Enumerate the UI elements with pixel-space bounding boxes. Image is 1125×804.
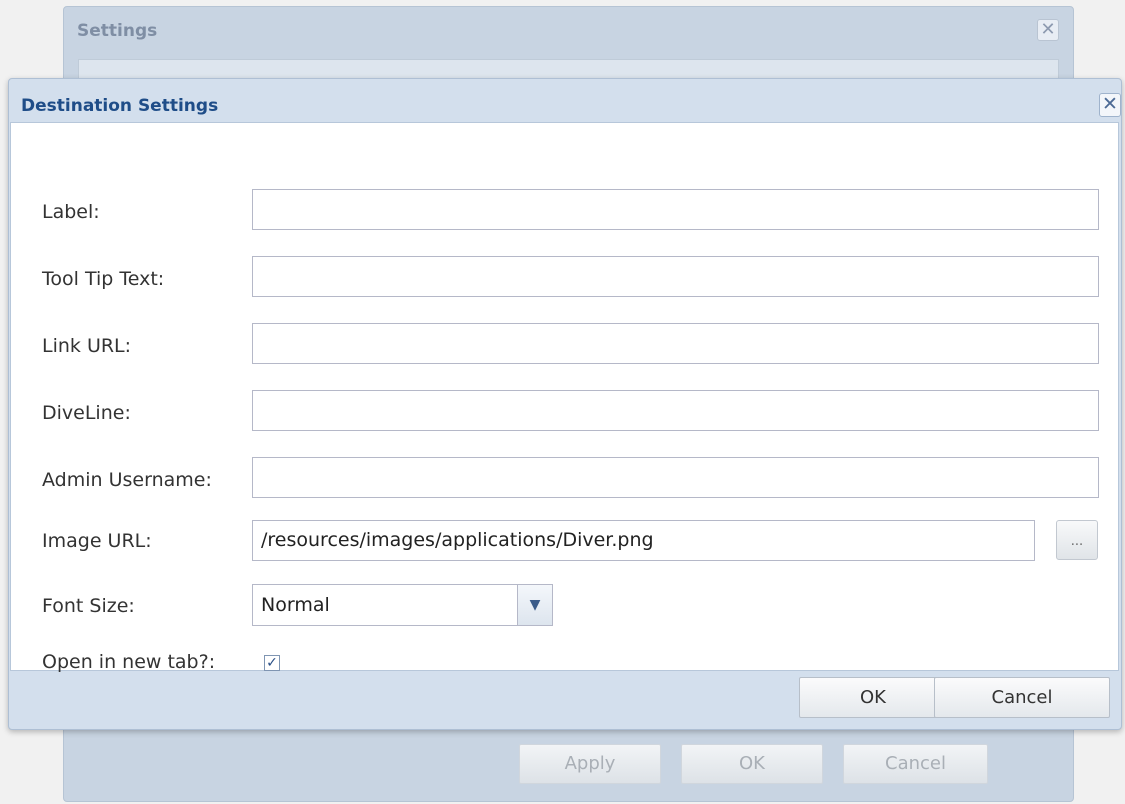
admin-username-input[interactable] — [252, 457, 1099, 498]
form-panel: Label: Tool Tip Text: Link URL: DiveLine… — [10, 122, 1119, 673]
close-icon[interactable]: ✕ — [1099, 93, 1121, 117]
link-url-input[interactable] — [252, 323, 1099, 364]
settings-cancel-button[interactable]: Cancel — [843, 744, 988, 784]
tooltip-input[interactable] — [252, 256, 1099, 297]
settings-apply-button[interactable]: Apply — [519, 744, 661, 784]
cancel-button[interactable]: Cancel — [934, 677, 1110, 718]
checkmark-icon: ✓ — [266, 655, 278, 671]
settings-dialog-title: Settings — [77, 21, 158, 41]
font-size-field-label: Font Size: — [42, 595, 135, 617]
tooltip-field-label: Tool Tip Text: — [42, 268, 165, 290]
admin-username-field-label: Admin Username: — [42, 469, 212, 491]
diveline-input[interactable] — [252, 390, 1099, 431]
destination-settings-dialog: Destination Settings ✕ Label: Tool Tip T… — [8, 78, 1122, 730]
open-new-tab-field-label: Open in new tab?: — [42, 651, 216, 673]
settings-close-icon[interactable]: ✕ — [1037, 19, 1059, 41]
image-url-field-label: Image URL: — [42, 530, 152, 552]
font-size-selected-value: Normal — [261, 594, 330, 616]
font-size-select[interactable]: Normal ▼ — [252, 584, 553, 626]
open-new-tab-checkbox[interactable]: ✓ — [264, 655, 280, 671]
link-url-field-label: Link URL: — [42, 335, 132, 357]
chevron-down-icon[interactable]: ▼ — [517, 585, 552, 625]
settings-ok-button[interactable]: OK — [681, 744, 823, 784]
label-input[interactable] — [252, 189, 1099, 230]
ok-button[interactable]: OK — [799, 677, 947, 718]
image-url-input[interactable]: /resources/images/applications/Diver.png — [252, 520, 1035, 561]
dialog-title: Destination Settings — [21, 96, 219, 116]
diveline-field-label: DiveLine: — [42, 402, 131, 424]
browse-button[interactable]: ... — [1056, 520, 1098, 560]
label-field-label: Label: — [42, 201, 100, 223]
